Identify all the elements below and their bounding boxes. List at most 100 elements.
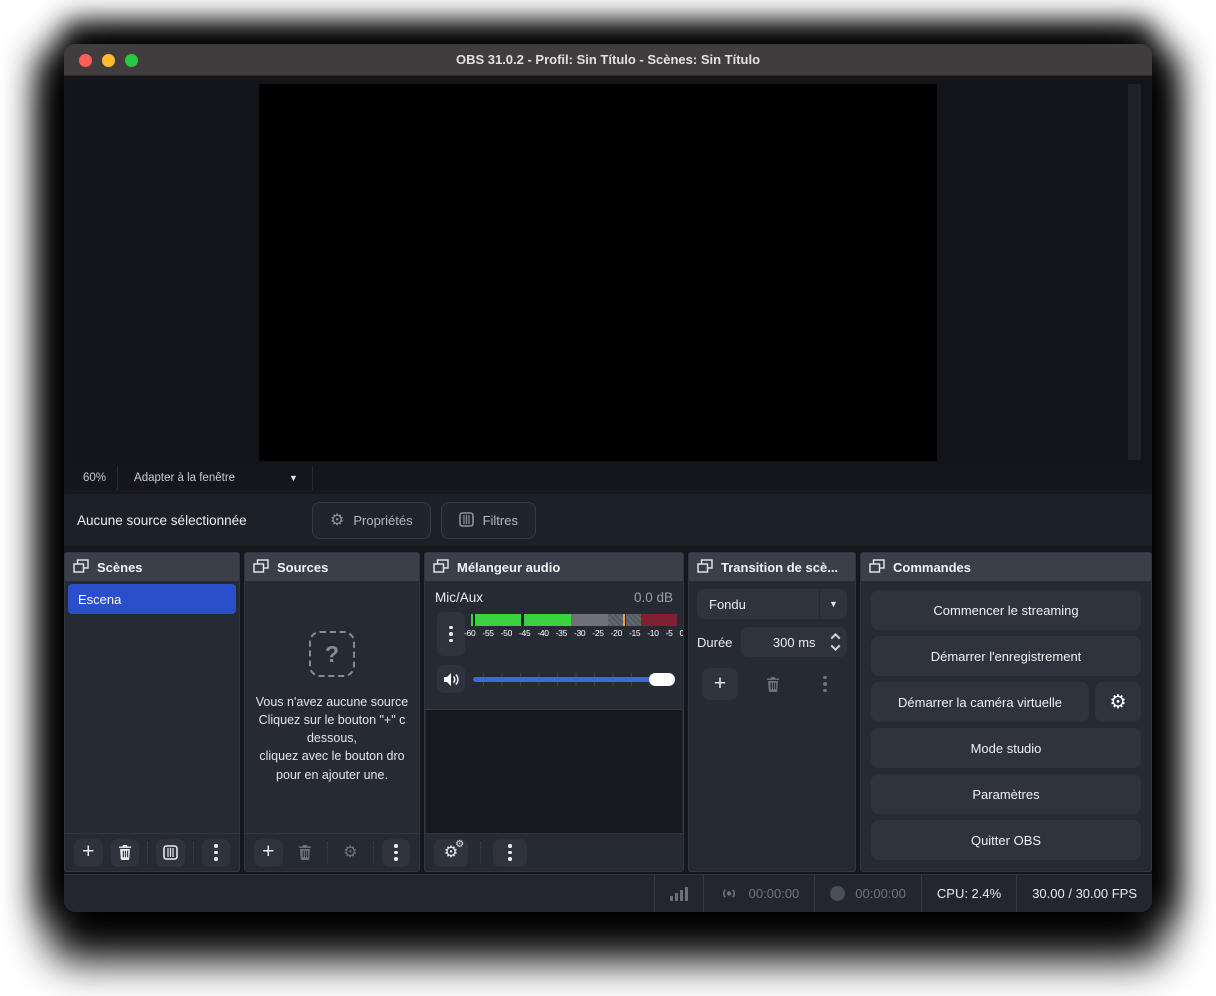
close-window-button[interactable] [79, 54, 92, 67]
scenes-panel-titlebar[interactable]: Scènes [65, 553, 239, 581]
gear-icon: ⚙ [330, 513, 344, 529]
remove-transition-button[interactable] [756, 670, 790, 698]
kebab-menu-icon [214, 844, 218, 861]
dock-icon [697, 559, 713, 576]
scenes-menu-button[interactable] [202, 839, 231, 867]
scenes-list[interactable]: Escena [65, 581, 239, 833]
duration-value: 300 ms [773, 635, 816, 650]
controls-panel-titlebar[interactable]: Commandes [861, 553, 1151, 581]
sources-menu-button[interactable] [382, 839, 411, 867]
record-timer: 00:00:00 [815, 875, 921, 912]
mixer-panel-titlebar[interactable]: Mélangeur audio [425, 553, 683, 581]
meter-scale: -60-55-50-45-40-35-30-25-20-15-10-50 [464, 628, 683, 638]
start-streaming-button[interactable]: Commencer le streaming [871, 590, 1141, 630]
chevron-down-icon: ▼ [819, 589, 847, 619]
connection-quality-indicator [655, 875, 703, 912]
virtual-camera-settings-button[interactable]: ⚙ [1095, 682, 1141, 722]
desktop-background: OBS 31.0.2 - Profil: Sin Título - Scènes… [0, 0, 1216, 996]
trash-icon [766, 677, 780, 692]
window-title: OBS 31.0.2 - Profil: Sin Título - Scènes… [456, 52, 760, 67]
transitions-panel-titlebar[interactable]: Transition de scè... [689, 553, 855, 581]
question-mark-icon: ? [309, 631, 355, 677]
mixer-menu-button[interactable] [493, 839, 527, 867]
meter-segment-gray_dim [626, 614, 641, 626]
source-properties-button[interactable]: ⚙ [336, 839, 365, 867]
stream-time: 00:00:00 [749, 886, 800, 901]
mixer-toolbar: ⚙⚙ [425, 833, 683, 871]
sources-panel-title: Sources [277, 560, 328, 575]
preview-area[interactable] [72, 80, 1144, 464]
start-virtual-camera-button[interactable]: Démarrer la caméra virtuelle [871, 682, 1089, 722]
scenes-toolbar: + [65, 833, 239, 871]
settings-button[interactable]: Paramètres [871, 774, 1141, 814]
record-icon [830, 886, 845, 901]
controls-body: Commencer le streaming Démarrer l'enregi… [861, 581, 1151, 871]
traffic-lights [79, 44, 138, 76]
record-time: 00:00:00 [855, 886, 906, 901]
filters-button[interactable]: Filtres [441, 502, 536, 539]
transitions-panel-title: Transition de scè... [721, 560, 838, 575]
gears-icon: ⚙⚙ [444, 845, 458, 861]
minimize-window-button[interactable] [102, 54, 115, 67]
scenes-panel: Scènes Escena + [64, 552, 240, 872]
duration-label: Durée [697, 635, 732, 650]
preview-vertical-scrollbar[interactable] [1128, 84, 1141, 460]
transition-menu-button[interactable] [808, 670, 842, 698]
program-canvas[interactable] [259, 84, 937, 461]
add-transition-button[interactable]: + [702, 668, 738, 700]
volume-slider[interactable] [473, 665, 675, 693]
studio-mode-button[interactable]: Mode studio [871, 728, 1141, 768]
slider-track[interactable] [473, 677, 675, 682]
obs-window: OBS 31.0.2 - Profil: Sin Título - Scènes… [64, 44, 1152, 912]
add-source-button[interactable]: + [254, 839, 283, 867]
slider-handle[interactable] [649, 673, 675, 686]
quit-obs-button[interactable]: Quitter OBS [871, 820, 1141, 860]
sources-toolbar: + ⚙ [245, 833, 419, 871]
sources-panel-titlebar[interactable]: Sources [245, 553, 419, 581]
toolbar-separator [327, 842, 328, 864]
sources-list-empty[interactable]: ? Vous n'avez aucune source Cliquez sur … [245, 581, 419, 833]
meter-segment-green [471, 614, 473, 626]
toolbar-separator [147, 842, 148, 864]
meter-segment-gray [571, 614, 609, 626]
audio-level-db: 0.0 dB [634, 590, 673, 605]
mute-toggle-button[interactable] [437, 665, 465, 693]
toolbar-separator [193, 842, 194, 864]
remove-scene-button[interactable] [111, 839, 140, 867]
start-recording-button[interactable]: Démarrer l'enregistrement [871, 636, 1141, 676]
no-source-label: Aucune source sélectionnée [77, 494, 247, 546]
spinbox-arrows[interactable] [827, 627, 843, 657]
scene-filters-button[interactable] [156, 839, 185, 867]
remove-source-button[interactable] [291, 839, 320, 867]
properties-button[interactable]: ⚙ Propriétés [312, 502, 431, 539]
zoom-mode-dropdown[interactable]: Adapter à la fenêtre ▼ [118, 466, 313, 490]
toolbar-separator [373, 842, 374, 864]
audio-channel-name: Mic/Aux [435, 590, 483, 605]
audio-mixer-panel: Mélangeur audio Mic/Aux 0.0 dB -60-55-50… [424, 552, 684, 872]
zoom-window-button[interactable] [125, 54, 138, 67]
toolbar-separator [480, 842, 481, 864]
kebab-menu-icon [508, 844, 512, 861]
fps-indicator: 30.00 / 30.00 FPS [1017, 875, 1152, 912]
controls-panel-title: Commandes [893, 560, 971, 575]
transition-type-value: Fondu [697, 589, 819, 619]
speaker-icon [443, 672, 460, 687]
titlebar[interactable]: OBS 31.0.2 - Profil: Sin Título - Scènes… [64, 44, 1152, 76]
scene-list-item-selected[interactable]: Escena [68, 584, 236, 614]
kebab-menu-icon [823, 676, 827, 693]
mixer-empty-area [426, 710, 682, 833]
duration-spinbox[interactable]: 300 ms [741, 627, 847, 657]
advanced-audio-button[interactable]: ⚙⚙ [434, 839, 468, 867]
gear-icon: ⚙ [343, 845, 357, 861]
transition-type-dropdown[interactable]: Fondu ▼ [697, 589, 847, 619]
controls-panel: Commandes Commencer le streaming Démarre… [860, 552, 1152, 872]
chevron-down-icon: ▼ [289, 473, 298, 483]
dock-icon [869, 559, 885, 576]
channel-menu-button[interactable] [437, 612, 465, 656]
trash-icon [118, 845, 132, 860]
dock-panels: Scènes Escena + [64, 552, 1152, 872]
properties-label: Propriétés [353, 513, 412, 528]
dock-icon [253, 559, 269, 576]
add-scene-button[interactable]: + [74, 839, 103, 867]
trash-icon [298, 845, 312, 860]
